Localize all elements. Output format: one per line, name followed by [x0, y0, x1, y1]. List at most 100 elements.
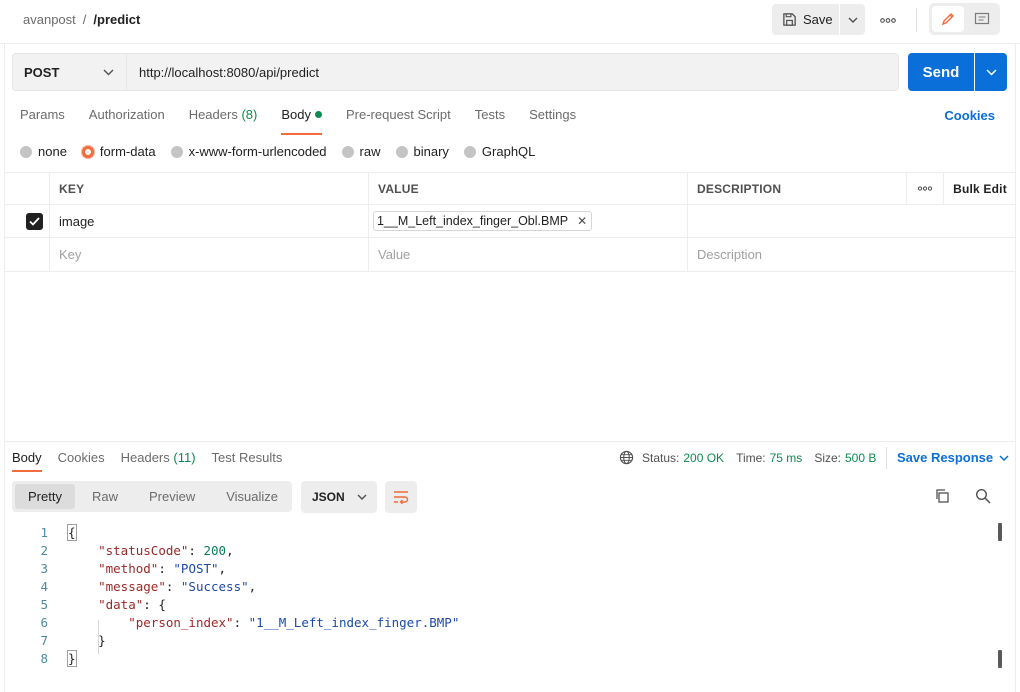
value-field[interactable]: 1__M_Left_index_finger_Obl.BMP ✕	[368, 205, 687, 237]
description-input[interactable]: Description	[687, 238, 1016, 271]
headers-count: (8)	[241, 107, 258, 122]
response-body-editor[interactable]: 1{ 2 "statusCode": 200, 3 "method": "POS…	[0, 524, 1000, 668]
globe-icon[interactable]	[619, 450, 634, 465]
radio-none[interactable]: none	[20, 144, 67, 159]
request-tabs: Params Authorization Headers (8) Body Pr…	[20, 107, 600, 135]
json-brace: }	[67, 650, 77, 667]
tab-params[interactable]: Params	[20, 107, 65, 129]
cookies-link[interactable]: Cookies	[944, 108, 995, 123]
code-text: "data": {	[98, 597, 166, 612]
line-number: 5	[40, 597, 48, 612]
size-value[interactable]: 500 B	[845, 451, 876, 465]
scrollbar-marker-bottom[interactable]	[998, 650, 1002, 668]
chevron-down-icon	[103, 69, 114, 75]
view-raw[interactable]: Raw	[78, 484, 132, 509]
json-string: "1__M_Left_index_finger.BMP"	[248, 615, 460, 630]
radio-binary[interactable]: binary	[395, 144, 449, 159]
copy-icon[interactable]	[934, 488, 950, 507]
more-actions-button[interactable]	[878, 10, 898, 30]
json-key: "statusCode"	[98, 543, 189, 558]
tab-tests[interactable]: Tests	[475, 107, 505, 129]
radio-graphql[interactable]: GraphQL	[463, 144, 536, 159]
status-value[interactable]: 200 OK	[683, 451, 724, 465]
response-divider[interactable]	[4, 441, 1016, 442]
code-text: {	[67, 524, 77, 542]
save-button[interactable]: Save	[772, 4, 839, 35]
send-options-button[interactable]	[975, 53, 1007, 91]
tab-body[interactable]: Body	[281, 107, 322, 135]
documentation-mode-button[interactable]	[966, 6, 998, 32]
code-line: 5 "data": {	[0, 596, 1000, 614]
wrap-lines-button[interactable]	[385, 481, 417, 513]
description-field[interactable]	[687, 205, 1016, 237]
breadcrumb-workspace[interactable]: avanpost	[23, 12, 76, 27]
line-number: 7	[40, 633, 48, 648]
view-visualize[interactable]: Visualize	[212, 484, 292, 509]
url-input[interactable]: http://localhost:8080/api/predict	[127, 53, 899, 91]
chevron-down-icon	[985, 68, 997, 76]
request-name[interactable]: /predict	[93, 12, 140, 27]
header-divider	[916, 8, 917, 32]
json-brace: {	[67, 524, 77, 541]
code-line: 4 "message": "Success",	[0, 578, 1000, 596]
format-value: JSON	[312, 490, 345, 504]
code-text: "message": "Success",	[98, 579, 257, 594]
key-input[interactable]: Key	[49, 238, 368, 271]
response-tab-headers[interactable]: Headers (11)	[121, 450, 196, 465]
json-key: "method"	[98, 561, 159, 576]
status-label: Status:	[642, 450, 680, 465]
key-field[interactable]: image	[49, 205, 368, 237]
wrap-lines-icon	[394, 491, 409, 504]
body-indicator-dot	[314, 111, 322, 118]
response-tab-body[interactable]: Body	[12, 450, 42, 472]
row-enabled-checkbox[interactable]	[26, 212, 43, 230]
tab-headers[interactable]: Headers (8)	[189, 107, 258, 129]
radio-form-data[interactable]: form-data	[81, 144, 156, 159]
radio-circle	[170, 145, 183, 158]
search-icon[interactable]	[975, 488, 991, 507]
value-input[interactable]: Value	[368, 238, 687, 271]
tab-headers-label: Headers	[188, 107, 238, 122]
table-row: image 1__M_Left_index_finger_Obl.BMP ✕	[4, 205, 1016, 238]
radio-circle	[20, 145, 32, 158]
response-tab-test-results[interactable]: Test Results	[212, 450, 283, 465]
column-options-button[interactable]	[906, 173, 943, 204]
save-options-button[interactable]	[840, 4, 865, 35]
json-number: 200	[203, 543, 227, 558]
edit-mode-button[interactable]	[932, 6, 964, 32]
remove-file-icon[interactable]: ✕	[577, 214, 587, 228]
view-preview[interactable]: Preview	[135, 484, 209, 509]
response-tab-cookies[interactable]: Cookies	[58, 450, 105, 465]
radio-label: none	[38, 144, 67, 159]
json-brace: }	[98, 633, 106, 648]
table-header-row: KEY VALUE DESCRIPTION Bulk Edit	[4, 172, 1016, 205]
view-pretty[interactable]: Pretty	[15, 484, 75, 509]
bulk-edit-button[interactable]: Bulk Edit	[943, 173, 1016, 204]
request-header: avanpost / /predict Save	[0, 0, 1020, 44]
time-value[interactable]: 75 ms	[770, 451, 803, 465]
code-line: 8}	[0, 650, 1000, 668]
tab-settings[interactable]: Settings	[529, 107, 576, 129]
radio-circle	[341, 145, 354, 158]
code-line: 3 "method": "POST",	[0, 560, 1000, 578]
code-line: 6 "person_index": "1__M_Left_index_finge…	[0, 614, 1000, 632]
tab-pre-request-script[interactable]: Pre-request Script	[346, 107, 451, 129]
radio-label: GraphQL	[481, 144, 536, 159]
send-button[interactable]: Send	[908, 53, 974, 91]
code-text: }	[68, 632, 106, 650]
save-response-button[interactable]: Save Response	[897, 450, 1009, 465]
json-string: "Success"	[180, 579, 249, 594]
json-key: "message"	[98, 579, 166, 594]
radio-x-www-form-urlencoded[interactable]: x-www-form-urlencoded	[170, 144, 327, 159]
method-select[interactable]: POST	[12, 53, 127, 91]
scrollbar-marker-top[interactable]	[998, 523, 1002, 541]
format-select[interactable]: JSON	[301, 481, 377, 513]
file-name: 1__M_Left_index_finger_Obl.BMP	[377, 214, 569, 228]
tab-authorization[interactable]: Authorization	[89, 107, 165, 129]
header-key: KEY	[49, 173, 368, 204]
comment-icon	[974, 12, 990, 24]
radio-circle	[463, 145, 476, 158]
radio-raw[interactable]: raw	[341, 144, 381, 159]
file-chip: 1__M_Left_index_finger_Obl.BMP ✕	[373, 211, 593, 231]
pencil-icon	[941, 13, 954, 26]
